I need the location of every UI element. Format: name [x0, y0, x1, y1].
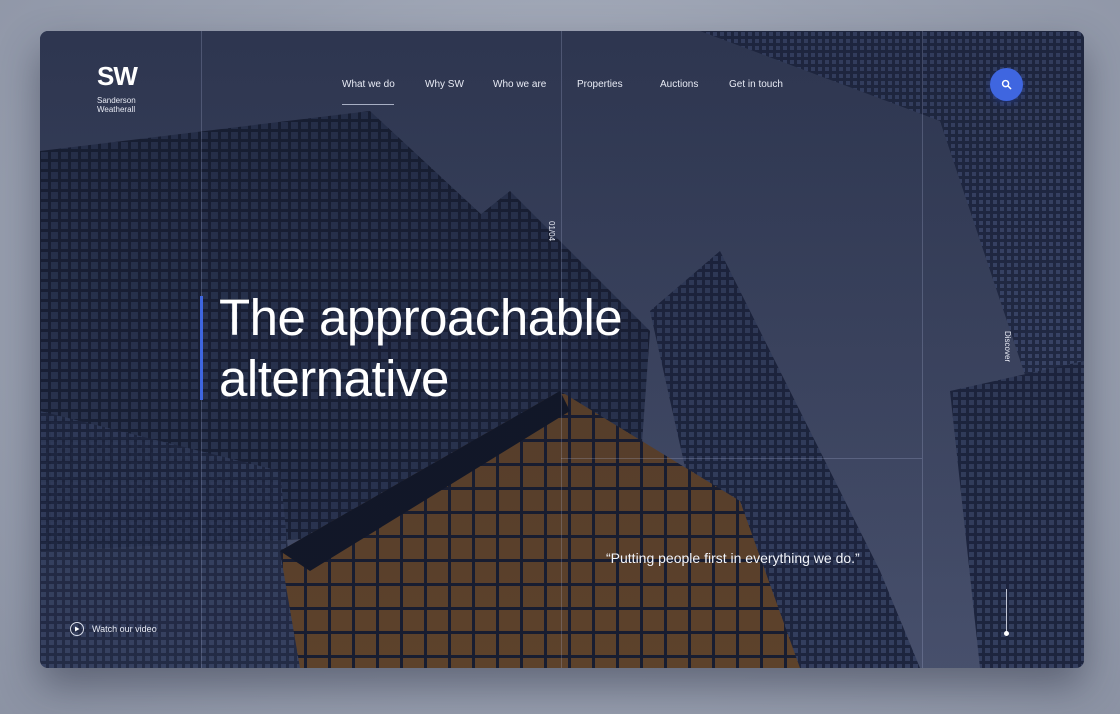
grid-divider	[922, 31, 923, 668]
hero-title-line1: The approachable	[219, 289, 623, 346]
logo-name-line2: Weatherall	[97, 105, 136, 114]
logo-name-line1: Sanderson	[97, 96, 136, 105]
nav-item-get-in-touch[interactable]: Get in touch	[729, 79, 783, 90]
play-icon	[70, 622, 84, 636]
watch-video-label: Watch our video	[92, 624, 157, 634]
tagline-quote: “Putting people first in everything we d…	[606, 550, 860, 566]
hero-accent-bar	[200, 296, 203, 400]
active-nav-indicator	[342, 104, 394, 105]
nav-item-what-we-do[interactable]: What we do	[342, 79, 395, 90]
nav-item-auctions[interactable]: Auctions	[660, 79, 698, 90]
discover-link[interactable]: Discover	[1003, 331, 1012, 362]
watch-video-button[interactable]: Watch our video	[70, 622, 157, 636]
nav-item-why-sw[interactable]: Why SW	[425, 79, 464, 90]
slide-counter: 01/04	[547, 221, 556, 242]
nav-item-properties[interactable]: Properties	[577, 79, 623, 90]
search-icon	[1001, 79, 1012, 90]
hero-title-line2: alternative	[219, 350, 449, 407]
search-button[interactable]	[990, 68, 1023, 101]
grid-divider	[561, 458, 922, 459]
logo-mark: SW	[97, 61, 138, 91]
nav-item-who-we-are[interactable]: Who we are	[493, 79, 546, 90]
hero-card: SW Sanderson Weatherall What we do Why S…	[40, 31, 1084, 668]
scroll-indicator-line	[1006, 589, 1007, 633]
hero-title: The approachable alternative	[219, 287, 623, 409]
brand-logo[interactable]: SW Sanderson Weatherall	[97, 61, 138, 114]
scroll-indicator-dot	[1004, 631, 1009, 636]
